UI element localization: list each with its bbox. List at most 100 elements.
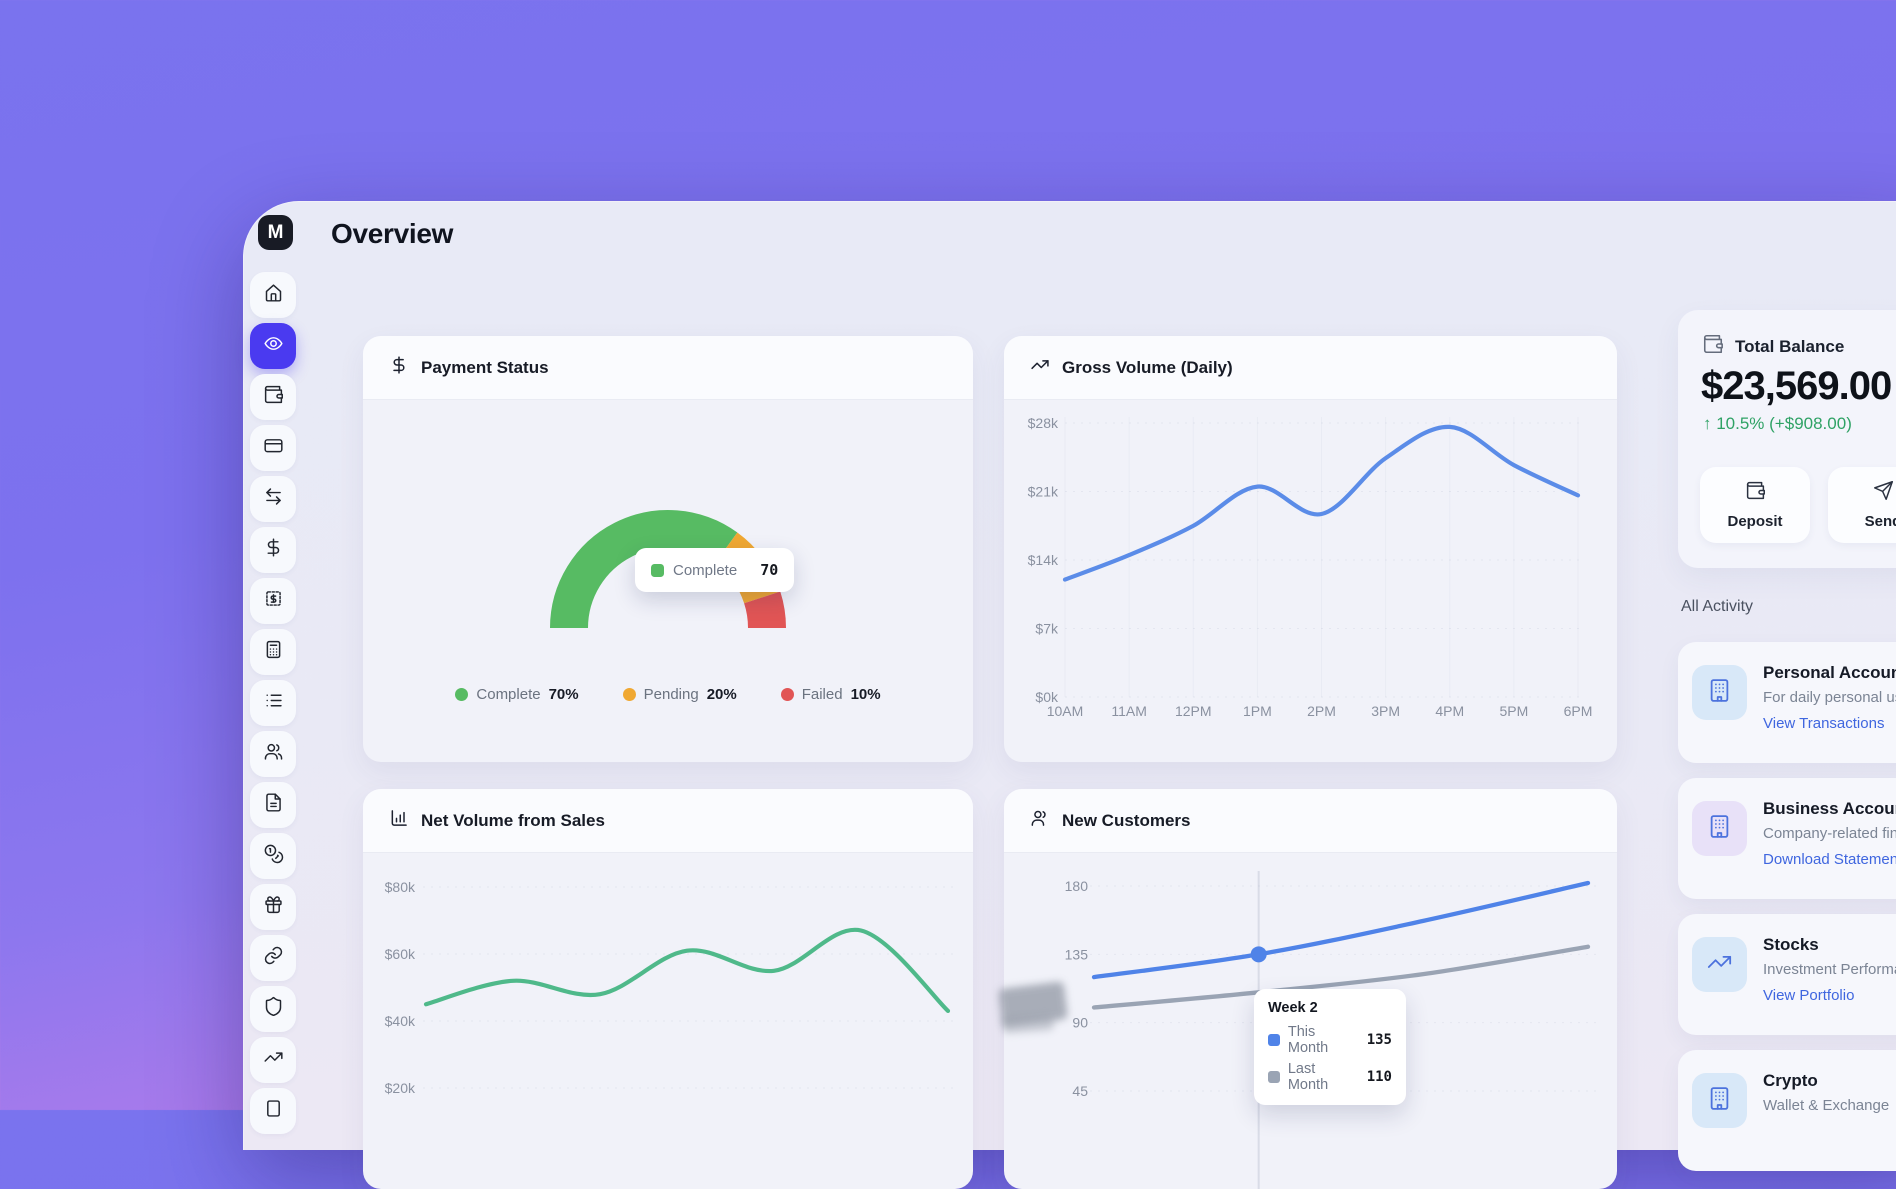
svg-text:90: 90 [1072, 1015, 1088, 1031]
sidebar-item-overview[interactable] [250, 323, 296, 369]
coins-icon [263, 843, 284, 869]
card-title: Payment Status [421, 358, 549, 378]
activity-title: Business Account [1763, 798, 1896, 820]
sidebar-item-customers[interactable] [250, 731, 296, 777]
wallet-icon [263, 384, 284, 410]
svg-text:5PM: 5PM [1499, 703, 1528, 719]
gross-volume-body: $28k$21k$14k$7k$0k10AM11AM12PM1PM2PM3PM4… [1004, 400, 1617, 762]
activity-text: Business Account Company-related finance… [1763, 798, 1896, 870]
tooltip-title: Week 2 [1268, 1000, 1392, 1016]
wallet-icon [1745, 480, 1766, 505]
sidebar-item-home[interactable] [250, 272, 296, 318]
sidebar-item-transfers[interactable] [250, 476, 296, 522]
orange-dot-icon [623, 688, 636, 701]
link-icon [263, 945, 284, 971]
arrows-left-right-icon [263, 486, 284, 512]
trending-up-icon [1030, 355, 1050, 380]
deposit-label: Deposit [1727, 513, 1782, 530]
svg-text:$60k: $60k [385, 946, 416, 962]
sidebar-item-lists[interactable] [250, 680, 296, 726]
sidebar-item-cards[interactable] [250, 425, 296, 471]
svg-text:$20k: $20k [385, 1080, 416, 1096]
activity-link[interactable]: Download Statement [1763, 849, 1896, 870]
tooltip-row: This Month 135 [1268, 1024, 1392, 1056]
balance-change: ↑ 10.5% (+$908.00) [1703, 414, 1852, 434]
svg-text:45: 45 [1072, 1083, 1088, 1099]
sidebar-item-analytics[interactable] [250, 1037, 296, 1083]
svg-text:$28k: $28k [1028, 415, 1059, 431]
svg-text:$21k: $21k [1028, 484, 1059, 500]
desktop-background: M Overview Payment Status Complete [0, 0, 1896, 1110]
send-label: Send [1865, 513, 1896, 530]
gross-volume-chart[interactable]: $28k$21k$14k$7k$0k10AM11AM12PM1PM2PM3PM4… [1004, 400, 1617, 762]
sidebar-item-links[interactable] [250, 935, 296, 981]
activity-subtitle: Investment Performance [1763, 959, 1896, 980]
activity-text: Personal Account For daily personal use … [1763, 662, 1896, 734]
new-customers-card: New Customers 180 135 90 45 Week 2 This Mon… [1004, 789, 1617, 1189]
icon-tile [1692, 665, 1747, 720]
sidebar-item-security[interactable] [250, 986, 296, 1032]
bar-chart-icon [389, 808, 409, 833]
balance-amount: $23,569.00 [1701, 364, 1891, 409]
users-icon [1030, 808, 1050, 833]
svg-text:3PM: 3PM [1371, 703, 1400, 719]
svg-text:180: 180 [1065, 878, 1089, 894]
activity-item-personal-account[interactable]: Personal Account For daily personal use … [1678, 642, 1896, 763]
total-balance-label: Total Balance [1735, 337, 1844, 357]
activity-title: Stocks [1763, 934, 1896, 956]
page-title: Overview [331, 218, 453, 250]
gauge-tooltip: Complete 70 [635, 548, 794, 592]
icon-tile [1692, 1073, 1747, 1128]
sidebar-item-coins[interactable] [250, 833, 296, 879]
send-button[interactable]: Send [1828, 467, 1896, 543]
new-customers-header: New Customers [1004, 789, 1617, 853]
svg-text:$80k: $80k [385, 879, 416, 895]
send-icon [1873, 480, 1894, 505]
gift-icon [263, 894, 284, 920]
device-icon [263, 1098, 284, 1124]
activity-subtitle: Wallet & Exchange [1763, 1095, 1889, 1116]
gross-volume-card: Gross Volume (Daily) $28k$21k$14k$7k$0k1… [1004, 336, 1617, 762]
tooltip-value: 70 [760, 561, 778, 579]
activity-link[interactable]: View Portfolio [1763, 985, 1896, 1006]
red-dot-icon [781, 688, 794, 701]
svg-text:10AM: 10AM [1047, 703, 1084, 719]
trending-up-icon [1706, 949, 1733, 981]
legend-item-pending: Pending 20% [623, 686, 737, 703]
sidebar-item-rewards[interactable] [250, 884, 296, 930]
legend-item-failed: Failed 10% [781, 686, 881, 703]
svg-text:11AM: 11AM [1111, 703, 1147, 719]
sidebar-nav [250, 272, 296, 1134]
svg-text:135: 135 [1065, 946, 1089, 962]
payment-status-card: Payment Status Complete 70 Complete 70% … [363, 336, 973, 762]
activity-item-business-account[interactable]: Business Account Company-related finance… [1678, 778, 1896, 899]
activity-link[interactable]: View Transactions [1763, 713, 1896, 734]
eye-icon [263, 333, 284, 359]
gauge-legend: Complete 70% Pending 20% Failed 10% [363, 686, 973, 703]
sidebar-item-devices[interactable] [250, 1088, 296, 1134]
deposit-button[interactable]: Deposit [1700, 467, 1810, 543]
legend-item-complete: Complete 70% [455, 686, 578, 703]
users-icon [263, 741, 284, 767]
sidebar-item-payments[interactable] [250, 527, 296, 573]
sidebar-item-invoices[interactable] [250, 578, 296, 624]
file-text-icon [263, 792, 284, 818]
svg-text:2PM: 2PM [1307, 703, 1336, 719]
activity-item-stocks[interactable]: Stocks Investment Performance View Portf… [1678, 914, 1896, 1035]
new-customers-body: 1801359045 Week 2 This Month 135 Last Mo… [1004, 853, 1617, 1189]
total-balance-card: Total Balance $23,569.00 ↑ 10.5% (+$908.… [1678, 310, 1896, 568]
list-icon [263, 690, 284, 716]
svg-text:$40k: $40k [385, 1013, 416, 1029]
net-volume-chart[interactable]: $80k $60k $40k $20k [363, 853, 973, 1189]
total-balance-row: Total Balance [1702, 333, 1844, 360]
sidebar-item-wallet[interactable] [250, 374, 296, 420]
activity-item-crypto[interactable]: Crypto Wallet & Exchange [1678, 1050, 1896, 1171]
activity-title: Crypto [1763, 1070, 1889, 1092]
sidebar-item-calculator[interactable] [250, 629, 296, 675]
sidebar-item-documents[interactable] [250, 782, 296, 828]
payment-status-header: Payment Status [363, 336, 973, 400]
building-icon [1706, 677, 1733, 709]
app-logo[interactable]: M [258, 215, 293, 250]
invoice-stamp-icon [263, 588, 284, 614]
building-icon [1706, 1085, 1733, 1117]
